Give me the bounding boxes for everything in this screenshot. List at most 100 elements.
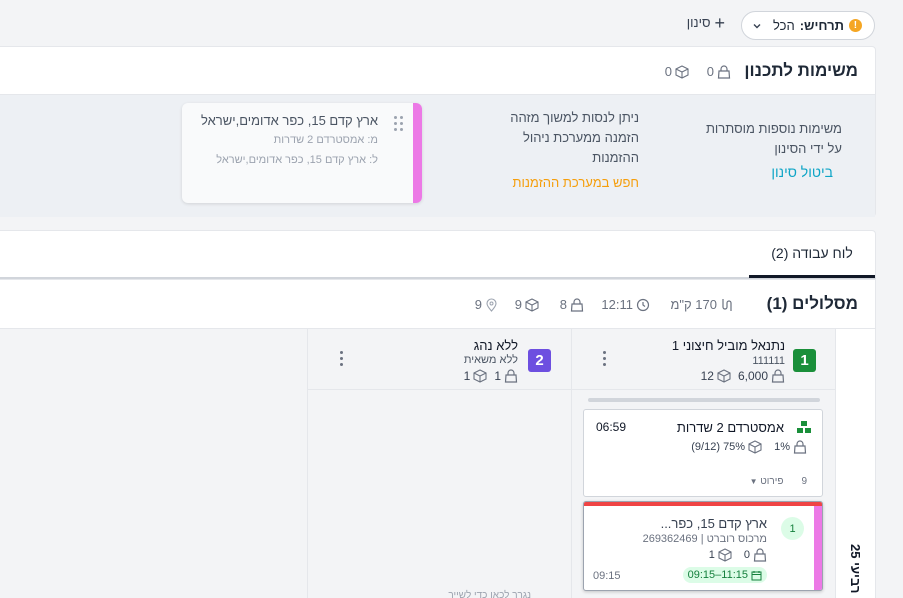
capacity-weight: 6,000 (737, 369, 768, 383)
stop-box-stat: 1 (709, 548, 732, 562)
route-icon (722, 298, 732, 311)
route-menu-icon[interactable] (340, 351, 344, 369)
clock-icon (636, 298, 650, 311)
routes-distance-stat: 170 ק"מ (670, 297, 733, 312)
box-icon (675, 64, 689, 79)
depot-weight-stat: 1% (774, 440, 807, 454)
depot-name: אמסטרדם 2 שדרות (676, 420, 784, 435)
capacity-boxes: 12 (700, 369, 714, 383)
day-column: רביעי 25 (835, 329, 875, 598)
driver-capacity: 6,000 12 (701, 369, 785, 383)
routes-grid: רביעי 25 1 נתנאל מוביל חיצוני 1 111111 6… (0, 329, 875, 598)
routes-stops-stat: 9 (475, 297, 498, 312)
driver-name: נתנאל מוביל חיצוני 1 (671, 338, 785, 353)
route-column-2: 2 ללא נהג ללא משאית 1 1 נגרר לכאן כדי לש… (307, 329, 571, 598)
routes-weight: 8 (559, 297, 567, 312)
unplanned-task-card[interactable]: ארץ קדם 15, כפר אדומים,ישראל מ: אמסטרדם … (182, 103, 422, 203)
weight-icon (793, 440, 807, 454)
planning-title: משימות לתכנון (744, 61, 858, 80)
filter-label: סינון (686, 15, 711, 30)
truck-name: ללא משאית (463, 354, 518, 366)
time-window-badge: 09:15–11:15 (682, 567, 767, 583)
calendar-icon (751, 570, 762, 580)
weight-icon (504, 369, 518, 383)
pull-order-note: ניתן לנסות למשוך מזהה הזמנה ממערכת ניהול… (510, 110, 639, 165)
stop-weight: 0 (743, 549, 750, 561)
depot-details-toggle[interactable]: פירוט ▼ (750, 476, 784, 487)
scenario-selector[interactable]: ! תרחיש: הכל (741, 11, 875, 40)
stop-stats: 0 1 (709, 548, 767, 562)
weight-icon (570, 297, 584, 312)
stop-color-stripe (814, 506, 822, 590)
planning-body: משימות נוספות מוסתרות על ידי הסינון ביטו… (0, 95, 875, 217)
hidden-tasks-note: משימות נוספות מוסתרות על ידי הסינון (705, 121, 842, 156)
warehouse-icon (797, 421, 811, 433)
route-capacity: 1 1 (464, 369, 518, 383)
worksheet-tabs: לוח עבודה (2) (0, 230, 876, 279)
time-window: 09:15–11:15 (687, 569, 748, 581)
chevron-down-icon (753, 23, 761, 28)
stop-contact: מרכוס רוברט | 269362469 (642, 533, 767, 545)
search-orders-link[interactable]: חפש במערכת ההזמנות (513, 175, 639, 190)
tab-worksheet[interactable]: לוח עבודה (2) (749, 231, 875, 278)
box-icon (717, 369, 731, 383)
routes-weight-stat: 8 (560, 297, 584, 312)
capacity-weight: 1 (494, 369, 501, 383)
depot-weight-pct: 1% (774, 441, 790, 453)
stop-alert-bar (584, 502, 822, 506)
route-menu-icon[interactable] (603, 351, 607, 369)
box-count: 0 (664, 64, 672, 79)
depot-card[interactable]: אמסטרדם 2 שדרות 06:59 1% 75% (9/12) 9 פי… (583, 409, 823, 497)
route-column-header: 1 נתנאל מוביל חיצוני 1 111111 6,000 12 (572, 329, 835, 390)
day-label: רביעי 25 (848, 544, 863, 594)
task-address: ארץ קדם 15, כפר אדומים,ישראל (200, 113, 378, 128)
location-pin-icon (486, 297, 497, 312)
scenario-value: הכל (773, 18, 795, 33)
box-icon (473, 369, 487, 383)
plus-icon: + (714, 12, 725, 33)
scenario-label: תרחיש: (799, 18, 844, 33)
stop-address: ארץ קדם 15, כפר... (660, 516, 767, 531)
depot-stats: 1% 75% (9/12) (691, 440, 807, 454)
details-label: פירוט (760, 476, 784, 487)
routes-panel: מסלולים (1) 170 ק"מ 12:11 8 9 9 רביעי 25 (0, 279, 876, 598)
planning-weight-stat: 0 (707, 64, 731, 79)
planning-header: משימות לתכנון 0 0 (0, 47, 875, 95)
stop-number: 1 (781, 517, 804, 540)
top-bar: ! תרחיש: הכל + סינון (0, 0, 903, 46)
routes-stops: 9 (474, 297, 482, 312)
depot-time: 06:59 (596, 420, 627, 434)
driver-id: 111111 (752, 355, 785, 367)
box-icon (525, 297, 539, 312)
planning-box-stat: 0 (665, 64, 689, 79)
depot-footer: 9 פירוט ▼ (750, 476, 807, 487)
route-column-1: 1 נתנאל מוביל חיצוני 1 111111 6,000 12 א… (571, 329, 835, 598)
drag-handle-icon[interactable] (394, 116, 404, 132)
empty-route-hint: נגרר לכאן כדי לשייך (448, 590, 531, 598)
route-number-badge: 1 (793, 349, 816, 372)
cancel-filter-link[interactable]: ביטול סינון (771, 164, 833, 180)
stop-card[interactable]: 1 ארץ קדם 15, כפר... מרכוס רוברט | 26936… (583, 501, 823, 591)
depot-stops-count: 9 (801, 476, 807, 487)
capacity-boxes: 1 (463, 369, 471, 383)
stop-boxes: 1 (708, 549, 715, 561)
route-number-badge: 2 (528, 349, 551, 372)
weight-count: 0 (706, 64, 714, 79)
task-from: מ: אמסטרדם 2 שדרות (273, 134, 378, 146)
task-color-stripe (413, 103, 422, 203)
depot-box-pct: 75% (9/12) (691, 441, 746, 453)
weight-icon (753, 548, 767, 562)
weight-icon (717, 64, 731, 79)
depot-box-stat: 75% (9/12) (691, 440, 762, 454)
stop-weight-stat: 0 (744, 548, 767, 562)
route-timeline (588, 398, 820, 402)
box-icon (748, 440, 762, 454)
routes-time-stat: 12:11 (601, 297, 650, 312)
add-filter-button[interactable]: + סינון (686, 12, 725, 33)
routes-distance: 170 ק"מ (670, 297, 717, 312)
stop-eta: 09:15 (593, 570, 621, 582)
caret-down-icon: ▼ (749, 477, 758, 486)
routes-title: מסלולים (1) (766, 294, 858, 313)
planning-panel: משימות לתכנון 0 0 משימות נוספות מוסתרות … (0, 46, 876, 217)
route-column-header: 2 ללא נהג ללא משאית 1 1 (308, 329, 571, 390)
